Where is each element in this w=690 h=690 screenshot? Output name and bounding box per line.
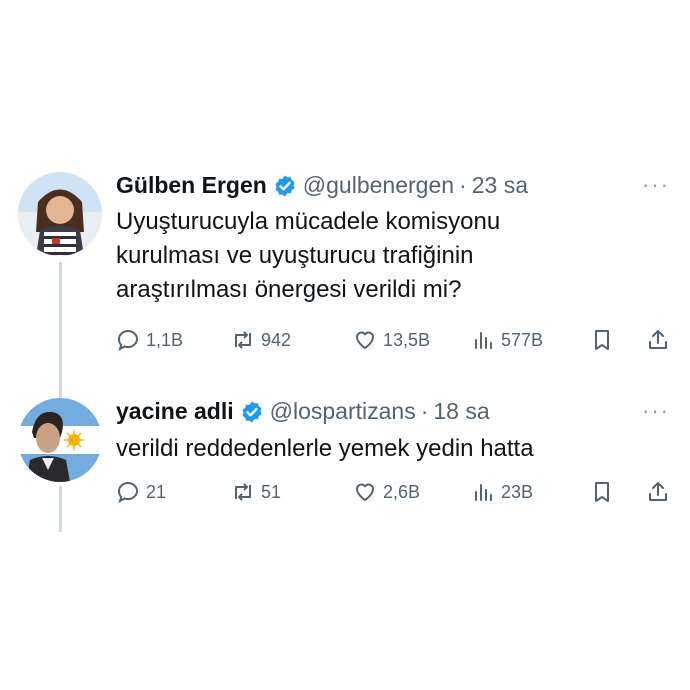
bookmark-icon [595,482,609,502]
verified-badge-icon [242,401,262,422]
verified-badge-icon [275,175,295,196]
reply-icon [117,481,139,504]
like-button[interactable]: 13,5B [353,328,430,352]
bookmark-button[interactable] [590,328,620,352]
tweet-actions: 1,1B 942 13,5B 577B [116,328,676,358]
more-icon[interactable]: ··· [642,398,670,424]
like-count: 13,5B [383,329,431,350]
avatar[interactable] [18,398,102,482]
tweet-text-line: Uyuşturucuyla mücadele komisyonu [116,208,501,235]
reply-count: 21 [146,481,167,502]
share-button[interactable] [646,480,676,504]
thread-connector-bottom [59,486,62,532]
reply-count: 1,1B [146,329,184,350]
views-icon [475,484,492,501]
retweet-button[interactable]: 51 [231,480,281,504]
timestamp[interactable]: 23 sa [472,172,528,199]
more-icon[interactable]: ··· [642,172,670,198]
separator-dot: · [459,172,467,198]
like-icon [355,483,375,502]
display-name[interactable]: Gülben Ergen [116,172,267,199]
avatar[interactable] [18,172,102,256]
like-icon [355,331,375,350]
reply-icon [117,329,139,352]
retweet-count: 51 [261,481,282,502]
bookmark-button[interactable] [590,480,620,504]
views-count: 23B [501,481,534,502]
views-button[interactable]: 577B [471,328,543,352]
tweet-text-line: kurulması ve uyuşturucu trafiğinin [116,242,474,269]
retweet-icon [235,483,251,501]
thread-connector [59,262,62,400]
retweet-count: 942 [261,329,292,350]
user-handle[interactable]: @lospartizans [270,398,416,425]
tweet-text-line: araştırılması önergesi verildi mi? [116,276,462,303]
reply-button[interactable]: 21 [116,480,166,504]
share-icon [649,482,667,501]
share-button[interactable] [646,328,676,352]
views-button[interactable]: 23B [471,480,533,504]
retweet-button[interactable]: 942 [231,328,291,352]
like-button[interactable]: 2,6B [353,480,420,504]
tweet-actions: 21 51 2,6B 23B [116,480,676,510]
views-icon [475,332,492,349]
like-count: 2,6B [383,481,421,502]
retweet-icon [235,331,251,349]
tweet-text: verildi reddedenlerle yemek yedin hatta [116,432,534,466]
user-handle[interactable]: @gulbenergen [303,172,454,199]
display-name[interactable]: yacine adli [116,398,234,425]
separator-dot: · [420,398,429,424]
share-icon [649,330,667,349]
tweet-header: yacine adli @lospartizans · 18 sa [116,398,490,425]
tweet-text: Uyuşturucuyla mücadele komisyonu kurulma… [116,205,500,307]
bookmark-icon [595,330,609,350]
tweet-header: Gülben Ergen @gulbenergen · 23 sa [116,172,528,199]
timestamp[interactable]: 18 sa [433,398,489,425]
views-count: 577B [501,329,544,350]
tweet-text-line: verildi reddedenlerle yemek yedin hatta [116,435,534,462]
reply-button[interactable]: 1,1B [116,328,183,352]
